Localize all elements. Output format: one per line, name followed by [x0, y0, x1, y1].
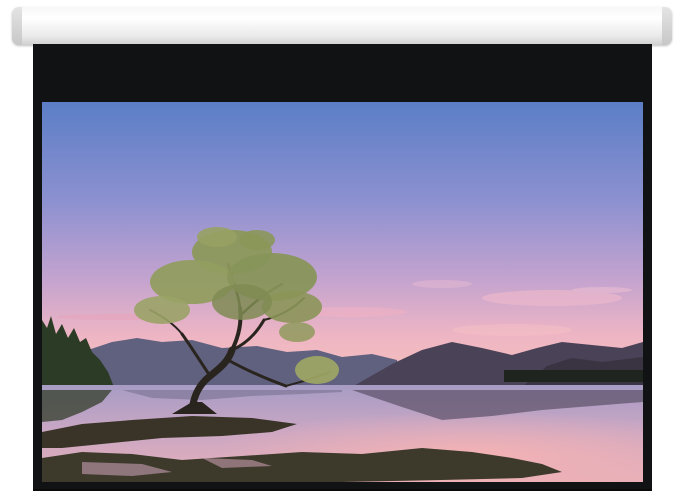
projected-image	[42, 102, 643, 482]
housing-end-cap-left	[12, 7, 22, 45]
landscape-photo	[42, 102, 643, 482]
screen-housing	[12, 7, 672, 45]
screen-bottom-edge	[33, 489, 652, 491]
housing-end-cap-right	[662, 7, 672, 45]
distant-shore	[504, 370, 643, 382]
